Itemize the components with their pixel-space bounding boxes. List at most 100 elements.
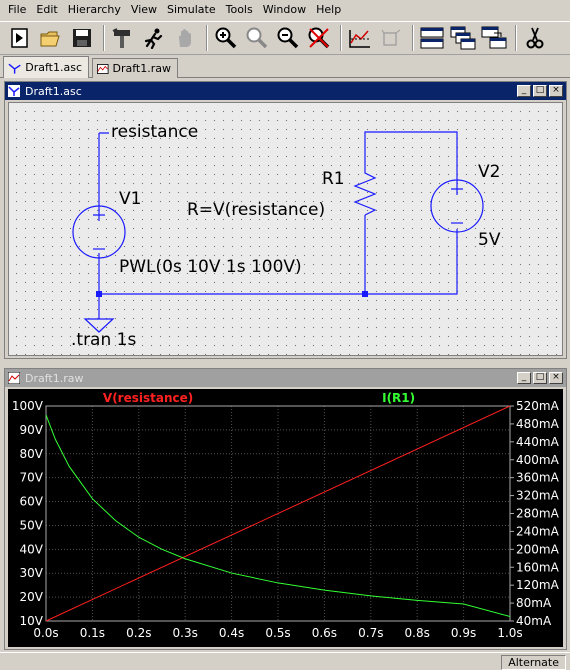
- schematic-titlebar[interactable]: Draft1.asc _ □ ×: [5, 82, 566, 100]
- schematic-window: Draft1.asc _ □ × resistance V1 PWL(0s 10…: [4, 81, 567, 359]
- ltspice-app: File Edit Hierarchy View Simulate Tools …: [0, 0, 570, 670]
- control-panel-button[interactable]: [109, 24, 137, 52]
- x-tick-label: 0.5s: [265, 626, 290, 640]
- left-tick-label: 70V: [20, 471, 44, 485]
- cascade-windows-icon: [450, 26, 476, 50]
- minimize-button[interactable]: _: [517, 372, 531, 384]
- x-tick-label: 0.7s: [358, 626, 383, 640]
- tile-horizontal-button[interactable]: [418, 24, 446, 52]
- right-tick-label: 280mA: [516, 507, 560, 521]
- schematic-canvas[interactable]: resistance V1 PWL(0s 10V 1s 100V) R1 R=V…: [8, 102, 563, 356]
- fit-button[interactable]: [377, 24, 405, 52]
- menu-window[interactable]: Window: [258, 0, 311, 20]
- open-folder-icon: [40, 31, 60, 47]
- menu-hierarchy[interactable]: Hierarchy: [63, 0, 126, 20]
- new-schematic-button[interactable]: [6, 24, 34, 52]
- v1-value[interactable]: PWL(0s 10V 1s 100V): [119, 257, 302, 277]
- right-tick-label: 80mA: [516, 596, 552, 610]
- voltage-source-v2[interactable]: [430, 179, 484, 233]
- tile-vertical-button[interactable]: [480, 24, 508, 52]
- r1-value[interactable]: R=V(resistance): [187, 200, 325, 220]
- voltage-source-v1[interactable]: [72, 205, 126, 259]
- running-man-icon: [144, 28, 163, 49]
- x-tick-label: 0.9s: [451, 626, 476, 640]
- right-tick-label: 480mA: [516, 417, 560, 431]
- document-tabs: Draft1.asc Draft1.raw: [0, 56, 570, 78]
- save-button[interactable]: [68, 24, 96, 52]
- maximize-button[interactable]: □: [533, 85, 547, 97]
- window-title: Draft1.asc: [25, 84, 82, 98]
- menu-bar: File Edit Hierarchy View Simulate Tools …: [0, 0, 570, 20]
- left-tick-label: 50V: [20, 518, 44, 532]
- maximize-button[interactable]: □: [533, 372, 547, 384]
- waveform-icon: [97, 63, 109, 74]
- v2-value[interactable]: 5V: [478, 230, 500, 250]
- zoom-in-icon: [215, 27, 237, 49]
- left-tick-label: 40V: [20, 542, 44, 556]
- left-tick-label: 100V: [12, 399, 44, 413]
- v2-label[interactable]: V2: [478, 162, 500, 182]
- zoom-in-button[interactable]: [212, 24, 240, 52]
- close-button[interactable]: ×: [549, 372, 563, 384]
- right-tick-label: 120mA: [516, 578, 560, 592]
- close-button[interactable]: ×: [549, 85, 563, 97]
- scissors-icon: [526, 27, 544, 49]
- junction-dot: [362, 291, 368, 297]
- toolbar-separator: [340, 25, 342, 51]
- waveform-plot[interactable]: 0.0s 0.1s 0.2s 0.3s 0.4s 0.5s 0.6s 0.7s 0.8s 0.9s…: [8, 389, 563, 647]
- tab-draft1-asc[interactable]: Draft1.asc: [3, 56, 89, 78]
- net-label-resistance[interactable]: resistance: [111, 122, 198, 142]
- toolbar-separator: [515, 25, 517, 51]
- right-tick-label: 520mA: [516, 399, 560, 413]
- halt-button[interactable]: [171, 24, 199, 52]
- zoom-cancel-icon: [308, 27, 330, 49]
- tile-horizontal-icon: [420, 27, 444, 49]
- tab-label: Draft1.asc: [25, 61, 82, 74]
- wire-resistance-net[interactable]: [98, 132, 109, 211]
- left-tick-label: 20V: [20, 590, 44, 604]
- minimize-button[interactable]: _: [517, 85, 531, 97]
- toolbar: [0, 21, 570, 55]
- schematic-icon: [8, 63, 21, 74]
- menu-help[interactable]: Help: [311, 0, 346, 20]
- x-tick-label: 0.1s: [80, 626, 105, 640]
- menu-tools[interactable]: Tools: [221, 0, 258, 20]
- plot-svg: 0.0s 0.1s 0.2s 0.3s 0.4s 0.5s 0.6s 0.7s 0.8s 0.9s…: [12, 391, 560, 640]
- cascade-button[interactable]: [449, 24, 477, 52]
- x-tick-label: 0.4s: [219, 626, 244, 640]
- zoom-out-button[interactable]: [274, 24, 302, 52]
- status-mode: Alternate: [501, 655, 566, 670]
- right-tick-label: 160mA: [516, 560, 560, 574]
- waveform-titlebar[interactable]: Draft1.raw _ □ ×: [5, 369, 566, 387]
- run-button[interactable]: [140, 24, 168, 52]
- x-tick-label: 0.3s: [173, 626, 198, 640]
- v1-label[interactable]: V1: [119, 189, 141, 209]
- hammer-icon: [112, 28, 130, 48]
- fit-window-icon: [381, 29, 401, 46]
- status-bar: Alternate: [0, 652, 570, 670]
- zoom-out-icon: [277, 27, 299, 49]
- tab-label: Draft1.raw: [112, 62, 171, 75]
- resistor-r1[interactable]: [353, 169, 377, 216]
- pan-button[interactable]: [243, 24, 271, 52]
- junction-dot: [96, 291, 102, 297]
- magnifier-icon: [246, 27, 268, 49]
- menu-view[interactable]: View: [126, 0, 162, 20]
- toolbar-separator: [412, 25, 414, 51]
- menu-file[interactable]: File: [3, 0, 31, 20]
- tran-directive[interactable]: .tran 1s: [71, 330, 136, 350]
- x-tick-label: 0.2s: [126, 626, 151, 640]
- right-tick-label: 240mA: [516, 524, 560, 538]
- autorange-button[interactable]: [346, 24, 374, 52]
- tab-draft1-raw[interactable]: Draft1.raw: [92, 58, 178, 78]
- waveform-window: Draft1.raw _ □ × 0.0s 0.1s 0.2s 0.3s 0.4s 0.5…: [4, 368, 567, 650]
- cut-button[interactable]: [521, 24, 549, 52]
- open-button[interactable]: [37, 24, 65, 52]
- r1-label[interactable]: R1: [322, 169, 345, 189]
- cancel-zoom-button[interactable]: [305, 24, 333, 52]
- window-title: Draft1.raw: [25, 371, 84, 385]
- wire-r1-top[interactable]: [364, 131, 458, 183]
- menu-simulate[interactable]: Simulate: [162, 0, 221, 20]
- right-tick-label: 40mA: [516, 614, 552, 628]
- menu-edit[interactable]: Edit: [31, 0, 62, 20]
